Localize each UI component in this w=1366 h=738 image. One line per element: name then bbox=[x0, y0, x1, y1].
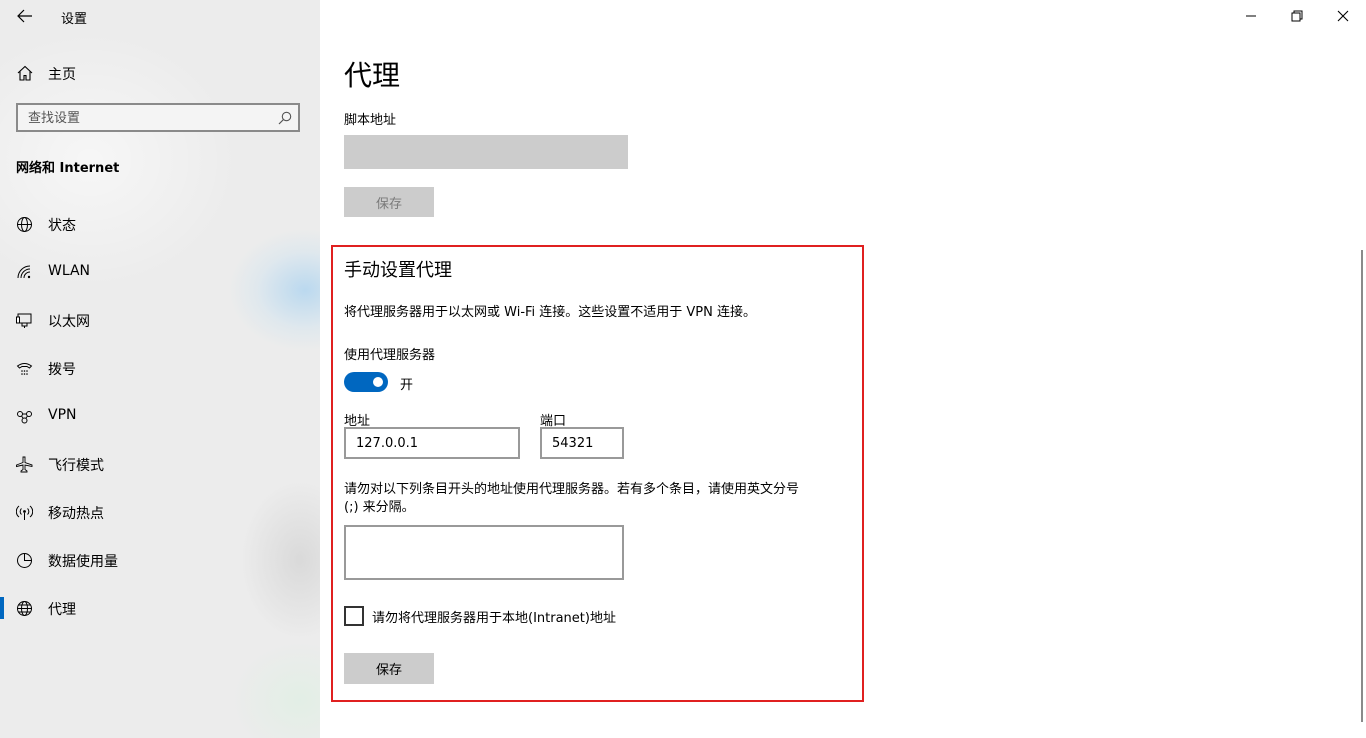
sidebar-item-label: 飞行模式 bbox=[48, 458, 104, 474]
vpn-icon bbox=[17, 411, 32, 424]
sidebar-item-vpn[interactable]: VPN bbox=[0, 398, 320, 434]
bypass-local-checkbox[interactable] bbox=[344, 606, 364, 626]
sidebar-item-label: 拨号 bbox=[48, 362, 76, 378]
search-box[interactable] bbox=[16, 103, 300, 132]
home-icon bbox=[17, 65, 33, 81]
save-button[interactable]: 保存 bbox=[344, 653, 434, 684]
minimize-icon bbox=[1246, 15, 1256, 17]
sidebar-item-status[interactable]: 状态 bbox=[0, 206, 320, 242]
globe-icon bbox=[17, 601, 32, 616]
sidebar-item-ethernet[interactable]: 以太网 bbox=[0, 302, 320, 338]
sidebar-item-airplane[interactable]: 飞行模式 bbox=[0, 446, 320, 482]
toggle-knob bbox=[373, 377, 383, 387]
wifi-icon bbox=[17, 265, 31, 279]
section-title: 网络和 Internet bbox=[16, 161, 120, 176]
search-icon[interactable] bbox=[278, 111, 292, 125]
port-input[interactable] bbox=[540, 427, 624, 459]
sidebar: 设置 主页 网络和 Internet 状态 WLAN bbox=[0, 0, 320, 738]
ethernet-icon bbox=[16, 313, 32, 328]
main-content: 代理 脚本地址 保存 手动设置代理 将代理服务器用于以太网或 Wi-Fi 连接。… bbox=[320, 0, 1366, 738]
dialup-icon bbox=[16, 363, 33, 375]
airplane-icon bbox=[16, 456, 33, 473]
sidebar-item-label: 状态 bbox=[48, 218, 76, 234]
manual-proxy-description: 将代理服务器用于以太网或 Wi-Fi 连接。这些设置不适用于 VPN 连接。 bbox=[344, 305, 757, 320]
exclude-list-input[interactable] bbox=[344, 525, 624, 580]
script-address-input[interactable] bbox=[344, 135, 628, 169]
restore-icon bbox=[1291, 10, 1303, 22]
use-proxy-toggle[interactable] bbox=[344, 372, 388, 392]
app-title: 设置 bbox=[61, 12, 88, 27]
bypass-local-label: 请勿将代理服务器用于本地(Intranet)地址 bbox=[372, 611, 616, 626]
sidebar-item-proxy[interactable]: 代理 bbox=[0, 590, 320, 626]
active-indicator bbox=[0, 597, 4, 619]
toggle-state-label: 开 bbox=[400, 378, 414, 393]
hotspot-icon bbox=[16, 505, 33, 520]
sidebar-item-label: 移动热点 bbox=[48, 506, 104, 522]
script-address-label: 脚本地址 bbox=[344, 113, 397, 128]
sidebar-item-hotspot[interactable]: 移动热点 bbox=[0, 494, 320, 530]
data-usage-icon bbox=[17, 553, 32, 568]
sidebar-item-label: 以太网 bbox=[48, 314, 90, 330]
close-icon bbox=[1337, 10, 1349, 22]
back-button[interactable] bbox=[10, 2, 40, 30]
sidebar-item-label: WLAN bbox=[48, 263, 91, 279]
sidebar-item-data-usage[interactable]: 数据使用量 bbox=[0, 542, 320, 578]
sidebar-item-dialup[interactable]: 拨号 bbox=[0, 350, 320, 386]
sidebar-item-label: 代理 bbox=[48, 602, 76, 618]
sidebar-item-label: 数据使用量 bbox=[48, 554, 118, 570]
minimize-button[interactable] bbox=[1228, 0, 1274, 32]
back-arrow-icon bbox=[17, 9, 32, 23]
sidebar-item-home-label: 主页 bbox=[48, 67, 76, 83]
globe-status-icon bbox=[17, 217, 32, 232]
restore-button[interactable] bbox=[1274, 0, 1320, 32]
use-proxy-label: 使用代理服务器 bbox=[344, 348, 436, 363]
search-input[interactable] bbox=[26, 108, 280, 129]
page-title: 代理 bbox=[344, 59, 401, 92]
close-button[interactable] bbox=[1320, 0, 1366, 32]
address-input[interactable] bbox=[344, 427, 520, 459]
sidebar-item-home[interactable]: 主页 bbox=[0, 58, 320, 88]
manual-proxy-title: 手动设置代理 bbox=[344, 260, 452, 281]
script-save-button[interactable]: 保存 bbox=[344, 187, 434, 217]
sidebar-item-wlan[interactable]: WLAN bbox=[0, 254, 320, 290]
scrollbar[interactable] bbox=[1361, 250, 1363, 722]
sidebar-item-label: VPN bbox=[48, 407, 77, 423]
exclude-description: 请勿对以下列条目开头的地址使用代理服务器。若有多个条目，请使用英文分号 (;) … bbox=[344, 482, 800, 515]
